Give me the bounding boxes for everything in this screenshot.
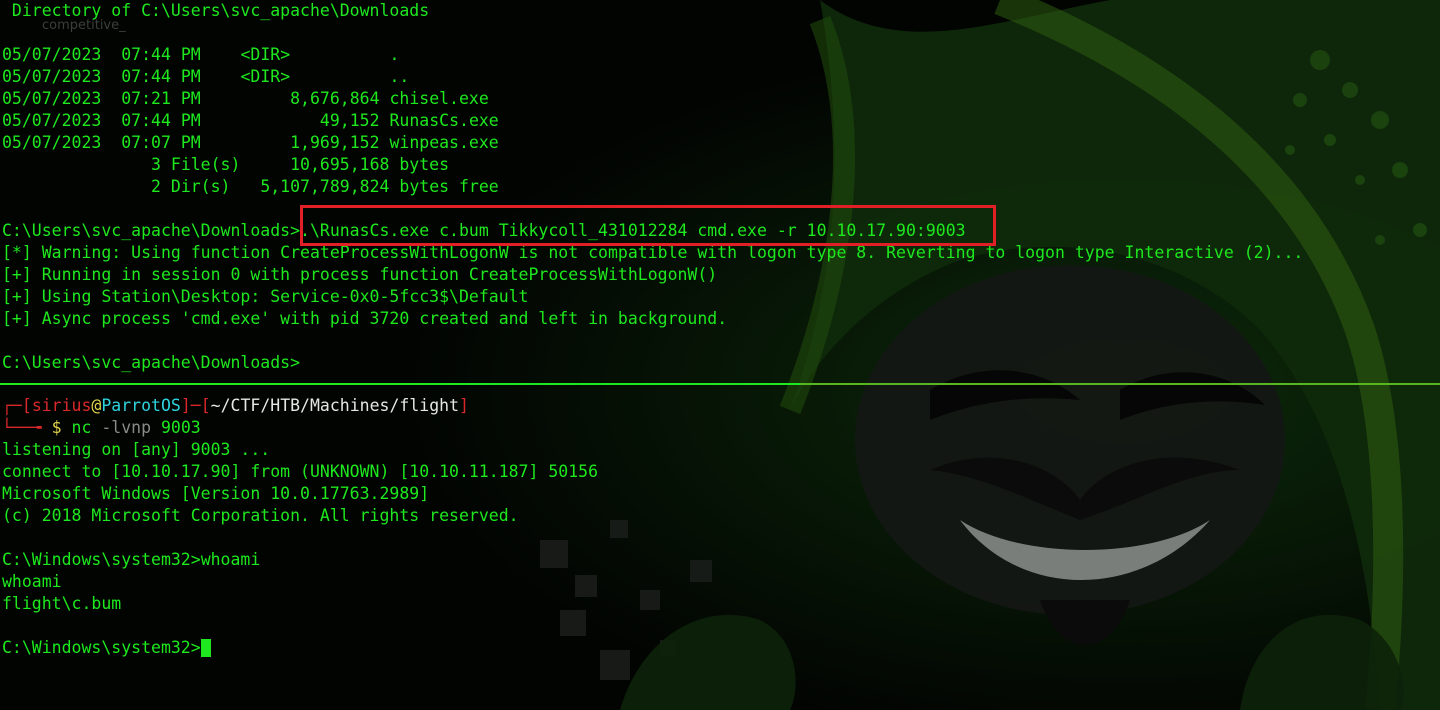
output-line: [+] Using Station\Desktop: Service-0x0-5…	[2, 287, 529, 306]
summary-row: 3 File(s) 10,695,168 bytes	[2, 154, 1303, 176]
listing-size: 49,152	[319, 111, 380, 130]
summary-unit: bytes	[399, 155, 450, 174]
listing-name: chisel.exe	[389, 89, 489, 108]
listing-name: RunasCs.exe	[389, 111, 499, 130]
prompt-dollar: $	[51, 418, 62, 437]
listing-type: <DIR>	[240, 67, 291, 86]
command-highlight-box	[300, 205, 996, 246]
output-line: [+] Running in session 0 with process fu…	[2, 265, 718, 284]
summary-count: 2 Dir(s)	[151, 177, 231, 196]
win-prompt: C:\Windows\system32>	[2, 550, 201, 569]
output-line: (c) 2018 Microsoft Corporation. All righ…	[2, 506, 519, 525]
listing-date: 05/07/2023	[2, 111, 102, 130]
text-cursor	[200, 639, 211, 657]
listing-row: 05/07/2023 07:21 PM 8,676,864 chisel.exe	[2, 88, 1303, 110]
prompt-corner-top-icon: ┌─[	[2, 396, 32, 415]
echo-line: whoami	[2, 572, 62, 591]
listing-time: 07:44 PM	[121, 67, 201, 86]
listing-date: 05/07/2023	[2, 45, 102, 64]
nc-args: -lvnp	[101, 418, 152, 437]
prompt-host: ParrotOS	[101, 396, 181, 415]
prompt-bracket-close-icon: ]	[459, 396, 469, 415]
listing-date: 05/07/2023	[2, 133, 102, 152]
listing-size: 8,676,864	[290, 89, 380, 108]
win-command-line: C:\Windows\system32>whoami	[2, 549, 598, 571]
summary-size: 10,695,168	[290, 155, 390, 174]
prompt-separator-icon: ]─[	[180, 396, 211, 415]
terminal-window[interactable]: competitive_ Directory of C:\Users\svc_a…	[0, 0, 1440, 710]
summary-row: 2 Dir(s) 5,107,789,824 bytes free	[2, 176, 1303, 198]
output-line: Microsoft Windows [Version 10.0.17763.29…	[2, 484, 430, 503]
listing-row: 05/07/2023 07:44 PM 49,152 RunasCs.exe	[2, 110, 1303, 132]
whoami-result: flight\c.bum	[2, 594, 122, 613]
bottom-terminal-pane[interactable]: ┌─[sirius@ParrotOS]─[~/CTF/HTB/Machines/…	[0, 388, 1440, 710]
top-terminal-pane[interactable]: Directory of C:\Users\svc_apache\Downloa…	[0, 0, 1440, 382]
output-line: connect to [10.10.17.90] from (UNKNOWN) …	[2, 462, 599, 481]
listing-name: ..	[389, 67, 410, 86]
win-input-line[interactable]: C:\Windows\system32>	[2, 637, 598, 659]
cmd-prompt: C:\Users\svc_apache\Downloads>	[2, 221, 301, 240]
prompt-user: sirius	[31, 396, 92, 415]
prompt-at: @	[91, 396, 102, 415]
prompt-corner-bottom-icon: └──╼	[2, 418, 52, 437]
output-line: [+] Async process 'cmd.exe' with pid 372…	[2, 309, 728, 328]
summary-unit: bytes free	[399, 177, 499, 196]
listing-time: 07:21 PM	[121, 89, 201, 108]
listing-row: 05/07/2023 07:44 PM <DIR> .	[2, 44, 1303, 66]
listing-type: <DIR>	[240, 45, 291, 64]
listing-time: 07:44 PM	[121, 111, 201, 130]
pane-divider[interactable]	[0, 383, 1440, 385]
whoami-command: whoami	[200, 550, 261, 569]
cmd-prompt: C:\Users\svc_apache\Downloads>	[2, 353, 301, 372]
parrot-prompt-line-1: ┌─[sirius@ParrotOS]─[~/CTF/HTB/Machines/…	[2, 395, 598, 417]
nc-port: 9003	[160, 418, 201, 437]
listing-date: 05/07/2023	[2, 89, 102, 108]
prompt-path: ~/CTF/HTB/Machines/flight	[210, 396, 460, 415]
listing-size: 1,969,152	[290, 133, 380, 152]
win-prompt: C:\Windows\system32>	[2, 638, 201, 657]
listing-date: 05/07/2023	[2, 67, 102, 86]
listing-time: 07:44 PM	[121, 45, 201, 64]
listing-name: .	[389, 45, 400, 64]
summary-size: 5,107,789,824	[260, 177, 390, 196]
directory-header: Directory of C:\Users\svc_apache\Downloa…	[2, 1, 430, 20]
listing-name: winpeas.exe	[389, 133, 499, 152]
listing-time: 07:07 PM	[121, 133, 201, 152]
summary-count: 3 File(s)	[151, 155, 241, 174]
output-line: listening on [any] 9003 ...	[2, 440, 271, 459]
nc-command: nc	[71, 418, 92, 437]
listing-row: 05/07/2023 07:44 PM <DIR> ..	[2, 66, 1303, 88]
listing-row: 05/07/2023 07:07 PM 1,969,152 winpeas.ex…	[2, 132, 1303, 154]
parrot-prompt-line-2: └──╼ $ nc -lvnp 9003	[2, 417, 598, 439]
